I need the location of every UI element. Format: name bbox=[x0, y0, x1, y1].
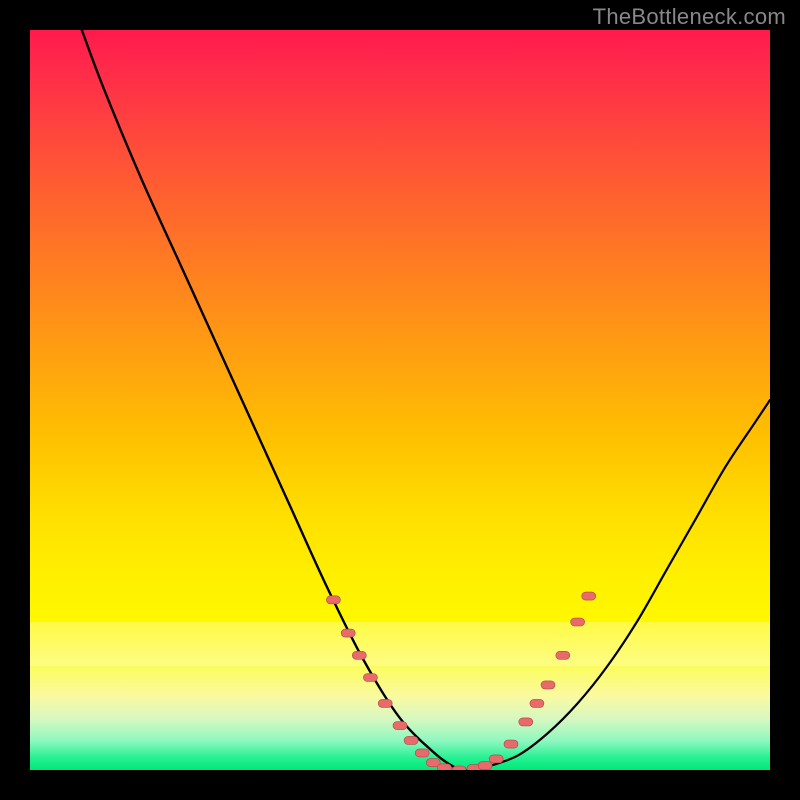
marker-point bbox=[582, 592, 596, 600]
curve-left-branch bbox=[82, 30, 459, 770]
marker-point bbox=[489, 755, 503, 763]
marker-point bbox=[363, 674, 377, 682]
marker-point bbox=[452, 766, 466, 770]
marker-group bbox=[326, 592, 595, 770]
marker-point bbox=[378, 699, 392, 707]
marker-point bbox=[326, 596, 340, 604]
marker-point bbox=[556, 651, 570, 659]
marker-point bbox=[571, 618, 585, 626]
marker-point bbox=[404, 736, 418, 744]
curve-right-branch bbox=[459, 400, 770, 770]
marker-point bbox=[437, 764, 451, 770]
marker-point bbox=[530, 699, 544, 707]
marker-point bbox=[504, 740, 518, 748]
curve-svg bbox=[30, 30, 770, 770]
chart-container: TheBottleneck.com bbox=[0, 0, 800, 800]
marker-point bbox=[393, 722, 407, 730]
watermark-text: TheBottleneck.com bbox=[593, 4, 786, 30]
plot-area bbox=[30, 30, 770, 770]
marker-point bbox=[415, 749, 429, 757]
marker-point bbox=[478, 762, 492, 770]
marker-point bbox=[341, 629, 355, 637]
marker-point bbox=[541, 681, 555, 689]
marker-point bbox=[352, 651, 366, 659]
marker-point bbox=[519, 718, 533, 726]
